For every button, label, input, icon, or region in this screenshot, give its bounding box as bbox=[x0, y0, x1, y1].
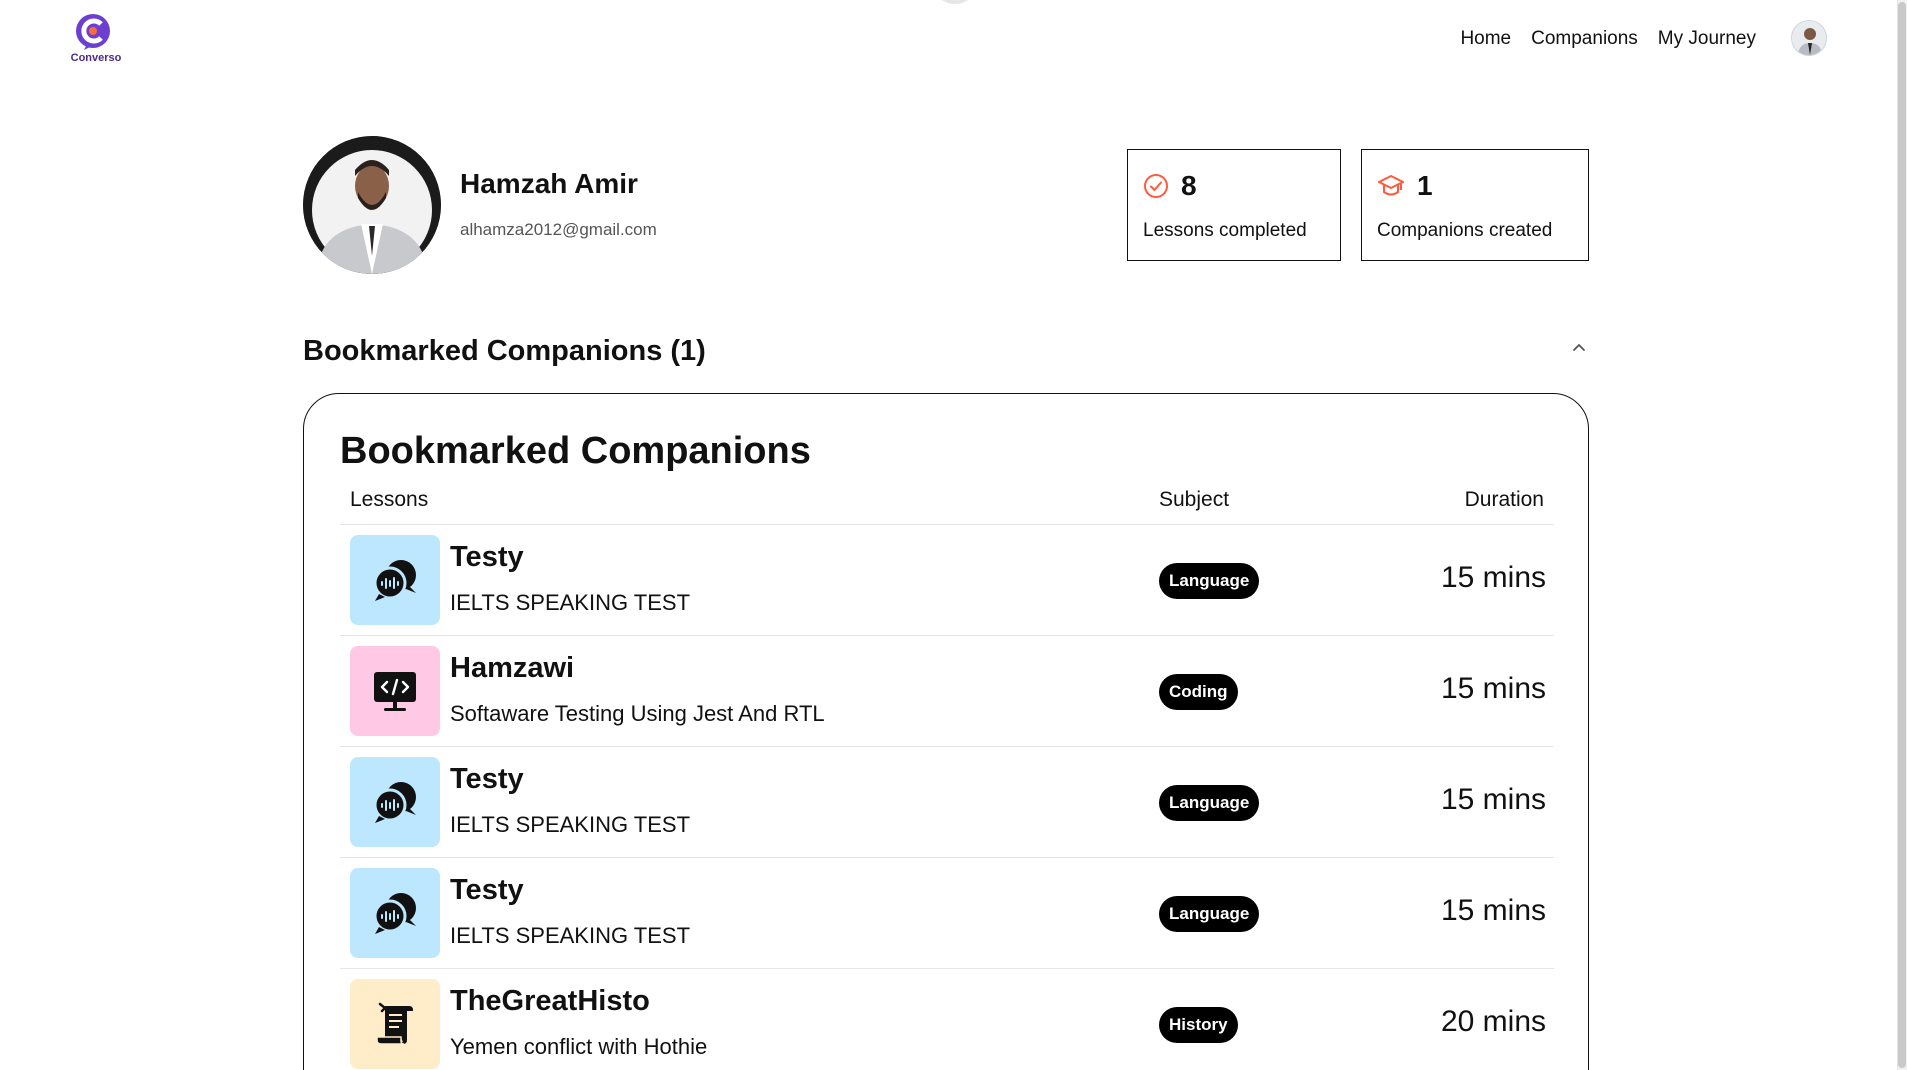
companions-created-card: 1 Companions created bbox=[1361, 149, 1589, 261]
companion-topic: IELTS SPEAKING TEST bbox=[450, 590, 691, 615]
card-title: Bookmarked Companions bbox=[340, 430, 811, 472]
speech-bubbles-icon bbox=[373, 560, 416, 601]
companion-topic: Yemen conflict with Hothie bbox=[450, 1034, 708, 1059]
duration-value: 15 mins bbox=[1440, 561, 1546, 594]
check-circle-icon bbox=[1144, 174, 1168, 198]
companion-topic: Softaware Testing Using Jest And RTL bbox=[450, 701, 825, 726]
subject-tile bbox=[350, 535, 440, 625]
companion-name: Testy bbox=[450, 874, 524, 906]
table-row[interactable]: Testy IELTS SPEAKING TEST Language 15 mi… bbox=[340, 747, 1554, 858]
subject-badge: Language bbox=[1159, 563, 1260, 599]
table-row[interactable]: TheGreatHisto Yemen conflict with Hothie… bbox=[340, 969, 1554, 1070]
main-nav: Home Companions My Journey bbox=[1460, 28, 1756, 50]
scrollbar-thumb[interactable] bbox=[1898, 2, 1906, 1068]
avatar-icon bbox=[1792, 21, 1826, 55]
profile-name: Hamzah Amir bbox=[460, 168, 638, 199]
lessons-completed-card: 8 Lessons completed bbox=[1127, 149, 1341, 261]
companion-name: TheGreatHisto bbox=[450, 985, 650, 1017]
profile-email: alhamza2012@gmail.com bbox=[460, 220, 657, 239]
subject-badge: Language bbox=[1159, 896, 1260, 932]
lessons-completed-label: Lessons completed bbox=[1143, 220, 1307, 241]
bookmarked-companions-card: Bookmarked Companions Lessons Subject Du… bbox=[303, 393, 1589, 1070]
companion-name: Hamzawi bbox=[450, 652, 575, 684]
nav-home-link[interactable]: Home bbox=[1460, 28, 1511, 50]
subject-badge: History bbox=[1159, 1007, 1238, 1043]
duration-value: 20 mins bbox=[1440, 1005, 1546, 1038]
nav-companions-link[interactable]: Companions bbox=[1531, 28, 1638, 50]
companion-topic: IELTS SPEAKING TEST bbox=[450, 923, 691, 948]
duration-value: 15 mins bbox=[1440, 894, 1546, 927]
chevron-up-icon[interactable] bbox=[1567, 337, 1591, 357]
code-monitor-icon bbox=[374, 672, 416, 711]
logo-mark-icon bbox=[76, 14, 110, 50]
scroll-icon bbox=[376, 1002, 413, 1045]
graduation-cap-icon bbox=[1378, 175, 1404, 196]
table-row[interactable]: Testy IELTS SPEAKING TEST Language 15 mi… bbox=[340, 858, 1554, 969]
subject-badge: Language bbox=[1159, 785, 1260, 821]
companions-created-label: Companions created bbox=[1377, 220, 1553, 241]
companion-name: Testy bbox=[450, 541, 524, 573]
speech-bubbles-icon bbox=[373, 893, 416, 934]
top-navbar: Converso Home Companions My Journey bbox=[0, 0, 1897, 80]
subject-tile bbox=[350, 757, 440, 847]
subject-badge: Coding bbox=[1159, 674, 1238, 710]
loading-indicator bbox=[932, 0, 978, 4]
column-header-duration: Duration bbox=[1464, 488, 1544, 511]
table-row[interactable]: Testy IELTS SPEAKING TEST Language 15 mi… bbox=[340, 525, 1554, 636]
column-header-subject: Subject bbox=[1159, 488, 1230, 511]
duration-value: 15 mins bbox=[1440, 672, 1546, 705]
user-avatar-button[interactable] bbox=[1791, 20, 1827, 56]
companions-created-count: 1 bbox=[1417, 170, 1433, 201]
companion-name: Testy bbox=[450, 763, 524, 795]
logo-text: Converso bbox=[70, 52, 122, 64]
profile-photo bbox=[303, 136, 441, 274]
nav-my-journey-link[interactable]: My Journey bbox=[1658, 28, 1756, 50]
subject-tile bbox=[350, 868, 440, 958]
profile-photo-icon bbox=[303, 136, 441, 274]
converso-logo[interactable]: Converso bbox=[68, 12, 124, 66]
subject-tile bbox=[350, 979, 440, 1069]
companion-topic: IELTS SPEAKING TEST bbox=[450, 812, 691, 837]
duration-value: 15 mins bbox=[1440, 783, 1546, 816]
subject-tile bbox=[350, 646, 440, 736]
bookmarked-section-title[interactable]: Bookmarked Companions (1) bbox=[303, 335, 706, 368]
table-row[interactable]: Hamzawi Softaware Testing Using Jest And… bbox=[340, 636, 1554, 747]
column-header-lessons: Lessons bbox=[350, 488, 429, 511]
page-scrollbar[interactable] bbox=[1897, 0, 1907, 1070]
speech-bubbles-icon bbox=[373, 782, 416, 823]
lessons-completed-count: 8 bbox=[1181, 170, 1197, 201]
